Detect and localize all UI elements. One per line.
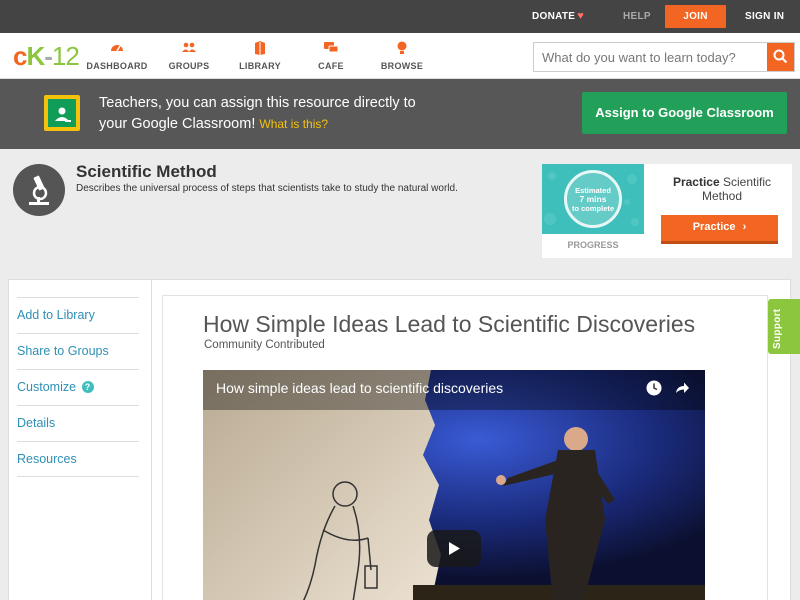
donate-label: DONATE <box>532 11 576 22</box>
nav-dashboard-label: DASHBOARD <box>86 61 148 71</box>
support-tab[interactable]: Support <box>768 299 800 354</box>
logo-c: c <box>13 41 28 71</box>
support-tab-label: Support <box>772 308 783 349</box>
ck12-logo[interactable]: cK-12 <box>13 41 80 71</box>
share-icon[interactable] <box>673 379 691 397</box>
library-icon <box>255 41 265 55</box>
practice-prefix: Practice <box>672 175 720 189</box>
browse-icon <box>397 41 407 54</box>
utility-bar: DONATE ♥ HELP JOIN SIGN IN <box>0 0 800 33</box>
cafe-icon <box>324 42 339 53</box>
search-button[interactable] <box>767 43 794 71</box>
sign-in-link[interactable]: SIGN IN <box>745 0 784 33</box>
help-link[interactable]: HELP <box>623 0 651 33</box>
sidebar-item-share-to-groups[interactable]: Share to Groups <box>17 333 139 369</box>
dashboard-icon <box>111 45 123 52</box>
article-meta: Community Contributed <box>204 339 325 351</box>
chevron-right-icon: › <box>742 221 747 233</box>
banner-line-2: your Google Classroom! <box>99 116 256 132</box>
concept-header: Scientific Method Describes the universa… <box>0 149 800 269</box>
search-input[interactable] <box>534 43 768 71</box>
estimated-mins: 7 mins <box>579 194 607 204</box>
nav-library[interactable]: LIBRARY <box>225 40 295 71</box>
classroom-banner: Teachers, you can assign this resource d… <box>0 79 800 149</box>
concept-title: Scientific Method <box>76 162 217 181</box>
estimated-time-badge: Estimated 7 mins to complete <box>564 170 622 228</box>
assign-to-google-classroom-button[interactable]: Assign to Google Classroom <box>582 92 787 134</box>
logo-k: K <box>26 41 45 71</box>
microscope-icon <box>13 164 65 216</box>
video-player[interactable]: How simple ideas lead to scientific disc… <box>203 370 705 600</box>
what-is-this-link[interactable]: What is this? <box>259 117 328 131</box>
practice-title: Practice Scientific Method <box>652 175 792 203</box>
sidebar-item-customize[interactable]: Customize ? <box>17 369 139 405</box>
nav-cafe[interactable]: CAFE <box>296 40 366 71</box>
to-complete-label: to complete <box>571 204 615 213</box>
sidebar-item-details[interactable]: Details <box>17 405 139 441</box>
donate-link[interactable]: DONATE ♥ <box>532 0 584 33</box>
customize-label: Customize <box>17 380 77 394</box>
progress-label: PROGRESS <box>567 240 619 250</box>
play-button[interactable] <box>427 530 481 567</box>
logo-12: 12 <box>51 41 80 71</box>
main-nav: cK-12 DASHBOARD GROUPS LIBRARY CAFE BROW… <box>0 33 800 79</box>
concept-description: Describes the universal process of steps… <box>76 183 458 194</box>
sidebar-item-resources[interactable]: Resources <box>17 441 139 477</box>
nav-groups[interactable]: GROUPS <box>154 40 224 71</box>
practice-card: Estimated 7 mins to complete PROGRESS Pr… <box>542 164 792 258</box>
nav-cafe-label: CAFE <box>318 61 344 71</box>
practice-button[interactable]: Practice › <box>661 215 778 244</box>
nav-library-label: LIBRARY <box>239 61 281 71</box>
progress-tile: Estimated 7 mins to complete <box>542 164 644 234</box>
watch-later-icon[interactable] <box>645 379 663 397</box>
nav-browse[interactable]: BROWSE <box>367 40 437 71</box>
sidebar-item-add-to-library[interactable]: Add to Library <box>17 297 139 333</box>
google-classroom-icon <box>44 95 80 131</box>
heart-icon: ♥ <box>577 10 585 22</box>
sidebar: Add to Library Share to Groups Customize… <box>9 280 152 600</box>
banner-line-1: Teachers, you can assign this resource d… <box>99 95 416 111</box>
article-card: How Simple Ideas Lead to Scientific Disc… <box>162 295 768 600</box>
nav-dashboard[interactable]: DASHBOARD <box>82 40 152 71</box>
join-button[interactable]: JOIN <box>665 5 726 28</box>
video-title: How simple ideas lead to scientific disc… <box>216 380 504 396</box>
practice-button-label: Practice <box>692 221 736 233</box>
content-area: Add to Library Share to Groups Customize… <box>8 279 791 600</box>
article-title: How Simple Ideas Lead to Scientific Disc… <box>203 311 696 337</box>
search-icon <box>773 49 788 64</box>
help-icon[interactable]: ? <box>81 381 94 393</box>
nav-browse-label: BROWSE <box>380 61 424 71</box>
logo-dash: - <box>44 41 53 71</box>
nav-groups-label: GROUPS <box>168 61 210 71</box>
search-box <box>533 42 795 72</box>
groups-icon <box>182 42 196 52</box>
play-icon <box>449 542 460 555</box>
classroom-banner-text: Teachers, you can assign this resource d… <box>99 93 449 135</box>
